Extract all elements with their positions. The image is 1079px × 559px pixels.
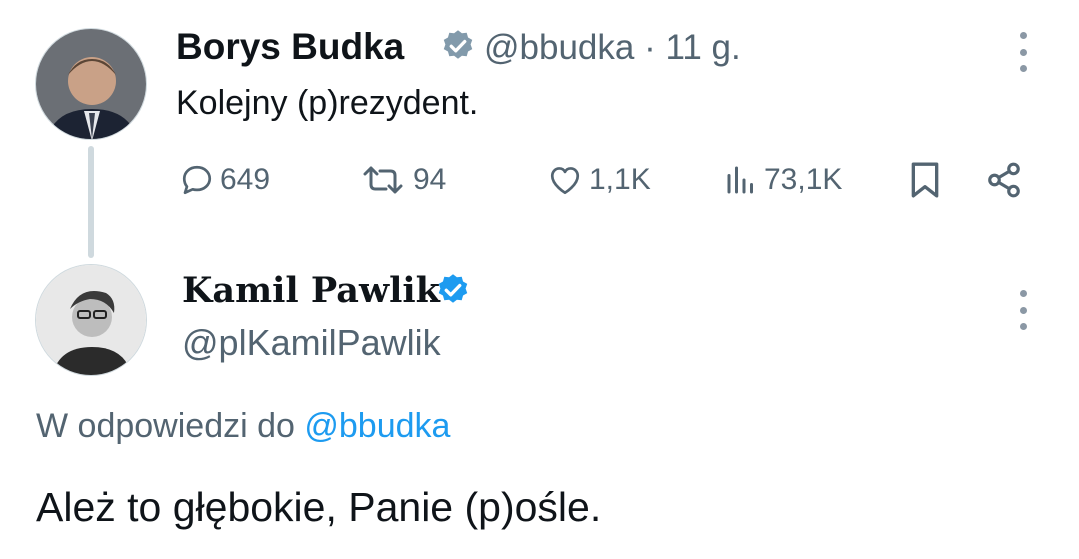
reply-author-handle[interactable]: @plKamilPawlik <box>182 322 441 364</box>
reply-author-name[interactable]: Kamil Pawlik <box>182 270 440 311</box>
avatar-borys-budka[interactable] <box>35 28 147 140</box>
share-icon[interactable] <box>985 160 1023 205</box>
reply-button[interactable]: 649 <box>178 162 270 198</box>
bookmark-icon[interactable] <box>908 160 942 205</box>
reply-author-name-text: Kamil Pawlik <box>182 270 440 311</box>
verified-badge-icon <box>435 272 471 313</box>
like-icon <box>550 167 580 195</box>
views-button[interactable]: 73,1K <box>722 162 842 198</box>
tweet-handle-time[interactable]: @bbudka · 11 g. <box>484 28 741 68</box>
more-icon[interactable] <box>1017 290 1029 330</box>
retweet-button[interactable]: 94 <box>357 162 446 198</box>
reply-to-link[interactable]: @bbudka <box>304 407 450 445</box>
reply-text: Ależ to głębokie, Panie (p)ośle. <box>36 484 602 530</box>
like-button[interactable]: 1,1K <box>545 162 651 198</box>
tweet-author-name[interactable]: Borys Budka <box>176 26 404 68</box>
verified-badge-icon <box>440 28 476 69</box>
retweet-icon <box>363 166 403 194</box>
reply-icon <box>182 165 212 195</box>
like-count: 1,1K <box>589 163 651 196</box>
reply-context: W odpowiedzi do @bbudka <box>36 407 450 446</box>
views-count: 73,1K <box>764 163 843 196</box>
author-handle: @bbudka <box>484 28 635 67</box>
tweet-text: Kolejny (p)rezydent. <box>176 84 479 122</box>
avatar-kamil-pawlik[interactable] <box>35 264 147 376</box>
more-icon[interactable] <box>1017 32 1029 72</box>
tweet-time: · 11 g. <box>644 28 741 67</box>
thread-connector-line <box>88 146 94 258</box>
avatar-portrait <box>36 29 146 139</box>
reply-prefix: W odpowiedzi do <box>36 407 295 445</box>
author-name-text: Borys Budka <box>176 26 405 67</box>
views-icon <box>727 166 753 194</box>
reply-count: 649 <box>220 163 271 196</box>
retweet-count: 94 <box>413 163 447 196</box>
avatar-portrait <box>36 265 146 375</box>
